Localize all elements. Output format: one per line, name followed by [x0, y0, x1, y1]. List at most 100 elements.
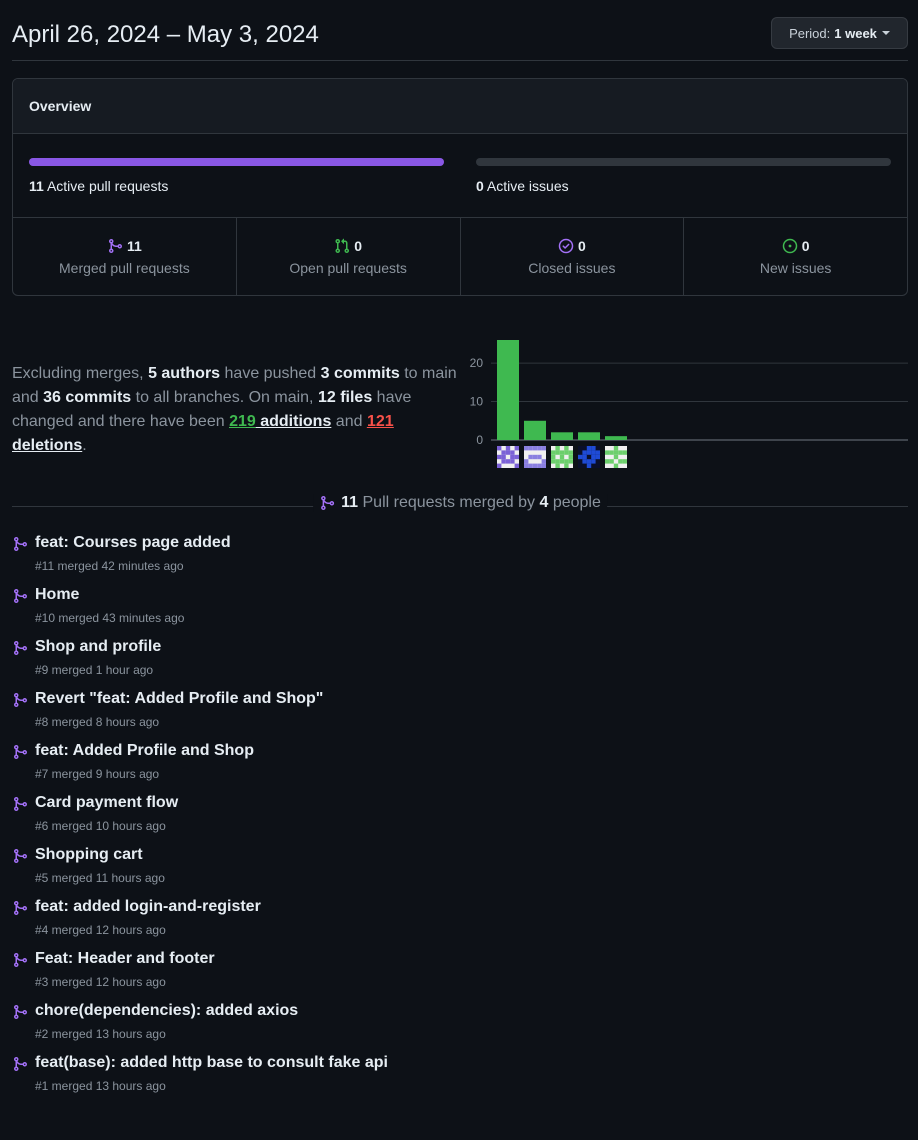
overview-stats: 11 Merged pull requests 0 Open pull requ…: [13, 218, 907, 295]
chart-bar[interactable]: [497, 340, 519, 440]
overview-panel: Overview 11 Active pull requests 0 Activ…: [12, 78, 908, 296]
pr-title-link[interactable]: Shop and profile: [35, 638, 161, 656]
pr-meta: #6 merged 10 hours ago: [35, 819, 166, 833]
summary-text-4: to all branches. On main,: [131, 389, 318, 406]
new-issues-count: 0: [801, 238, 810, 254]
merged-icon: [14, 1005, 28, 1019]
open-prs-count: 0: [354, 238, 363, 254]
list-item: Shopping cart #5 merged 11 hours ago: [12, 846, 892, 898]
chart-bar[interactable]: [551, 432, 573, 440]
merged-pr-list: feat: Courses page added #11 merged 42 mi…: [12, 534, 892, 1106]
pull-request-icon: [335, 238, 350, 254]
list-item: chore(dependencies): added axios #2 merge…: [12, 1002, 892, 1054]
active-prs-label: Active pull requests: [46, 178, 169, 194]
merged-prs-heading: 11 Pull requests merged by 4 people: [313, 494, 607, 512]
pr-meta: #2 merged 13 hours ago: [35, 1027, 166, 1041]
pr-meta: #4 merged 12 hours ago: [35, 923, 166, 937]
list-item: Card payment flow #6 merged 10 hours ago: [12, 794, 892, 846]
list-item: feat(base): added http base to consult f…: [12, 1054, 892, 1106]
summary-text-2: have pushed: [220, 365, 321, 382]
commits-by-author-chart: 0 10 20: [470, 340, 908, 468]
page-header: April 26, 2024 – May 3, 2024 Period: 1 w…: [12, 17, 908, 61]
closed-issues-label: Closed issues: [528, 260, 616, 276]
y-tick-label: 0: [476, 433, 483, 447]
merged-heading-text-1: Pull requests merged by: [358, 494, 540, 511]
chart-bar[interactable]: [524, 420, 546, 440]
list-item: Home #10 merged 43 minutes ago: [12, 586, 892, 638]
y-tick-label: 10: [470, 395, 484, 409]
pr-title-link[interactable]: feat: Courses page added: [35, 534, 231, 552]
period-dropdown-button[interactable]: Period: 1 week: [771, 17, 908, 49]
avatar[interactable]: [578, 446, 600, 468]
additions-word: additions: [255, 413, 332, 430]
pr-title-link[interactable]: Shopping cart: [35, 846, 143, 864]
merged-icon: [14, 797, 28, 811]
merged-icon: [14, 849, 28, 863]
active-prs-count: 11: [29, 178, 44, 194]
list-item: Feat: Header and footer #3 merged 12 hour…: [12, 950, 892, 1002]
chart-bar[interactable]: [605, 436, 627, 440]
list-item: feat: added login-and-register #4 merged …: [12, 898, 892, 950]
avatar[interactable]: [551, 446, 573, 468]
avatar[interactable]: [497, 446, 519, 468]
summary-commits-main: 3 commits: [320, 365, 400, 382]
pr-title-link[interactable]: chore(dependencies): added axios: [35, 1002, 298, 1020]
stat-open-prs[interactable]: 0 Open pull requests: [237, 218, 461, 295]
pr-title-link[interactable]: Card payment flow: [35, 794, 178, 812]
pr-meta: #5 merged 11 hours ago: [35, 871, 165, 885]
merged-prs-label: Merged pull requests: [59, 260, 190, 276]
issue-closed-icon: [558, 238, 574, 254]
stat-closed-issues[interactable]: 0 Closed issues: [461, 218, 685, 295]
summary-files: 12 files: [317, 389, 373, 406]
merged-icon: [14, 953, 28, 967]
pr-meta: #10 merged 43 minutes ago: [35, 611, 185, 625]
summary-authors: 5 authors: [148, 365, 221, 382]
deletions-count: 121: [366, 413, 394, 430]
open-prs-label: Open pull requests: [289, 260, 407, 276]
merged-icon: [321, 496, 335, 510]
date-range-title: April 26, 2024 – May 3, 2024: [12, 21, 319, 48]
active-issues-progress: [476, 158, 891, 166]
merged-icon: [14, 641, 28, 655]
pr-title-link[interactable]: feat(base): added http base to consult f…: [35, 1054, 388, 1072]
period-value: 1 week: [834, 25, 877, 41]
active-issues-block[interactable]: 0 Active issues: [476, 158, 891, 194]
merged-icon: [14, 537, 28, 551]
closed-issues-count: 0: [577, 238, 586, 254]
list-item: feat: Added Profile and Shop #7 merged 9 …: [12, 742, 892, 794]
additions-link[interactable]: 219 additions: [229, 413, 331, 430]
active-prs-block[interactable]: 11 Active pull requests: [29, 158, 444, 194]
list-item: Revert "feat: Added Profile and Shop" #8 …: [12, 690, 892, 742]
summary-commits-all: 36 commits: [43, 389, 132, 406]
stat-merged-prs[interactable]: 11 Merged pull requests: [13, 218, 237, 295]
pr-title-link[interactable]: feat: added login-and-register: [35, 898, 261, 916]
merged-people-count: 4: [539, 494, 549, 511]
merged-icon: [14, 745, 28, 759]
pr-title-link[interactable]: feat: Added Profile and Shop: [35, 742, 254, 760]
summary-text-7: .: [82, 437, 87, 454]
active-prs-progress: [29, 158, 444, 166]
avatar[interactable]: [605, 446, 627, 468]
avatar[interactable]: [524, 446, 546, 468]
issue-opened-icon: [782, 238, 797, 254]
pr-meta: #9 merged 1 hour ago: [35, 663, 154, 677]
commit-summary: Excluding merges, 5 authors have pushed …: [12, 362, 462, 458]
summary-text-6: and: [331, 413, 367, 430]
merged-icon: [14, 589, 28, 603]
merged-heading-text-2: people: [548, 494, 601, 511]
merged-icon: [14, 1057, 28, 1071]
pr-title-link[interactable]: Feat: Header and footer: [35, 950, 215, 968]
pr-title-link[interactable]: Revert "feat: Added Profile and Shop": [35, 690, 323, 708]
stat-new-issues[interactable]: 0 New issues: [684, 218, 907, 295]
chart-bar[interactable]: [578, 432, 600, 440]
pr-meta: #7 merged 9 hours ago: [35, 767, 160, 781]
pr-title-link[interactable]: Home: [35, 586, 79, 604]
y-tick-label: 20: [470, 356, 484, 370]
merged-icon: [108, 239, 122, 253]
pr-meta: #8 merged 8 hours ago: [35, 715, 160, 729]
pr-meta: #1 merged 13 hours ago: [35, 1079, 166, 1093]
merged-prs-divider: 11 Pull requests merged by 4 people: [12, 492, 908, 516]
summary-text-1: Excluding merges,: [12, 365, 149, 382]
active-issues-label: Active issues: [486, 178, 569, 194]
caret-down-icon: [881, 31, 890, 35]
